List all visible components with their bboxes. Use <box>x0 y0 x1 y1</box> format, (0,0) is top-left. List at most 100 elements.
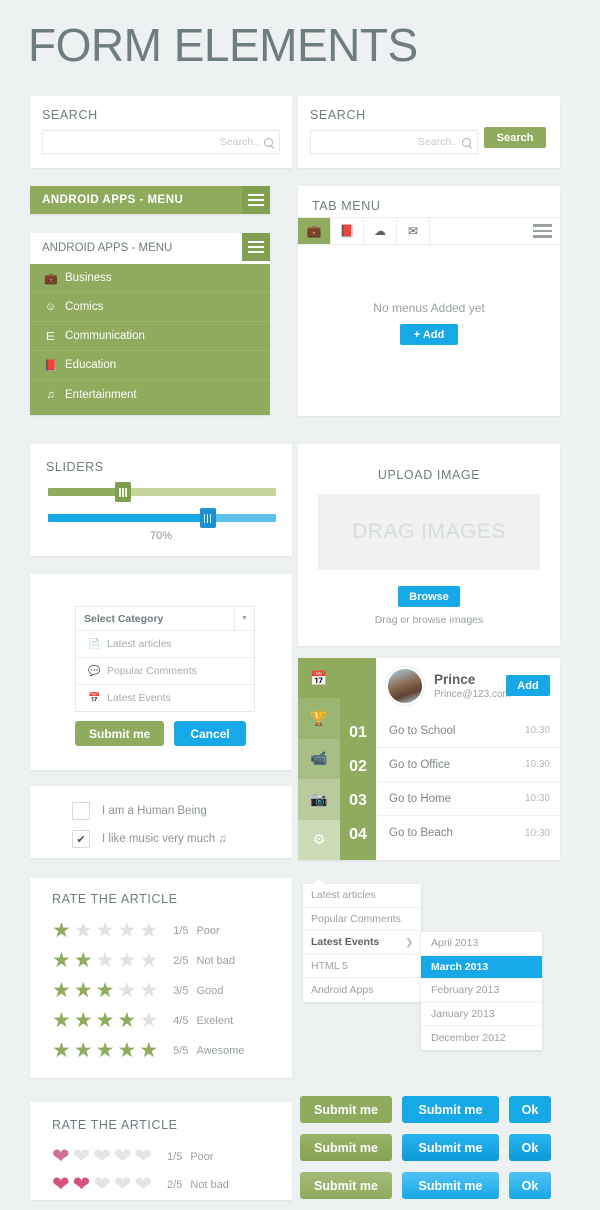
select-option-latest-articles[interactable]: 📄 Latest articles <box>76 630 254 657</box>
rating-row[interactable]: ★ ★ ★ ★ ★ 2/5 Not bad <box>52 950 235 971</box>
ok-button[interactable]: Ok <box>509 1134 551 1161</box>
gear-icon[interactable]: ⚙ <box>298 819 340 860</box>
tab-book[interactable]: 📕 <box>331 218 364 244</box>
star-icon[interactable]: ★ <box>52 1040 71 1061</box>
star-icon[interactable]: ★ <box>96 980 115 1001</box>
heart-icon[interactable]: ❤ <box>93 1174 111 1195</box>
slider-blue-handle[interactable] <box>199 508 216 528</box>
submit-button[interactable]: Submit me <box>300 1096 392 1123</box>
heart-icon[interactable]: ❤ <box>134 1146 152 1167</box>
cascade-item-latest-events[interactable]: Latest Events ❯ <box>303 931 421 955</box>
star-icon[interactable]: ★ <box>117 920 136 941</box>
ok-button[interactable]: Ok <box>509 1096 551 1123</box>
calendar-icon[interactable]: 📅 <box>298 658 340 699</box>
star-icon[interactable]: ★ <box>96 920 115 941</box>
heart-icon[interactable]: ❤ <box>134 1174 152 1195</box>
browse-button[interactable]: Browse <box>398 586 460 607</box>
star-icon[interactable]: ★ <box>74 950 93 971</box>
dropzone[interactable]: DRAG IMAGES <box>318 494 540 570</box>
menu-item-entertainment[interactable]: ♫ Entertainment <box>30 380 270 409</box>
heart-icon[interactable]: ❤ <box>52 1146 70 1167</box>
add-button[interactable]: Add <box>506 675 550 696</box>
star-icon[interactable]: ★ <box>74 1010 93 1031</box>
heart-icon[interactable]: ❤ <box>73 1146 91 1167</box>
submit-button[interactable]: Submit me <box>300 1172 392 1199</box>
cascade-item-popular-comments[interactable]: Popular Comments <box>303 908 421 931</box>
cascade-item-android-apps[interactable]: Android Apps <box>303 978 421 1002</box>
star-icon[interactable]: ★ <box>117 950 136 971</box>
star-icon[interactable]: ★ <box>139 1040 158 1061</box>
submit-button[interactable]: Submit me <box>75 721 165 746</box>
submit-button[interactable]: Submit me <box>300 1134 392 1161</box>
search-input[interactable]: Search.. <box>310 130 478 154</box>
rating-row[interactable]: ❤ ❤ ❤ ❤ ❤ 2/5 Not bad <box>52 1174 229 1195</box>
submenu-item[interactable]: February 2013 <box>421 979 542 1003</box>
hamburger-icon[interactable] <box>242 233 270 261</box>
rating-row[interactable]: ❤ ❤ ❤ ❤ ❤ 1/5 Poor <box>52 1146 214 1167</box>
star-icon[interactable]: ★ <box>74 980 93 1001</box>
select-category-head[interactable]: Select Category ▼ <box>76 607 254 630</box>
heart-icon[interactable]: ❤ <box>73 1174 91 1195</box>
submit-button-blue[interactable]: Submit me <box>402 1134 499 1161</box>
cascade-item-latest-articles[interactable]: Latest articles <box>303 884 421 908</box>
submenu-item-selected[interactable]: March 2013 <box>421 955 542 979</box>
tab-briefcase[interactable]: 💼 <box>298 218 331 244</box>
rating-row[interactable]: ★ ★ ★ ★ ★ 3/5 Good <box>52 980 223 1001</box>
select-option-popular-comments[interactable]: 💬 Popular Comments <box>76 657 254 684</box>
tab-envelope[interactable]: ✉ <box>397 218 430 244</box>
camera-icon[interactable]: 📷 <box>298 779 340 820</box>
hamburger-icon[interactable] <box>242 186 270 214</box>
slider-green[interactable] <box>48 482 276 502</box>
menu-item-education[interactable]: 📕 Education <box>30 351 270 380</box>
star-icon[interactable]: ★ <box>74 1040 93 1061</box>
add-button[interactable]: + Add <box>400 324 458 345</box>
search-input[interactable]: Search.. <box>42 130 280 154</box>
cancel-button[interactable]: Cancel <box>174 721 246 746</box>
todo-row[interactable]: Go to School 10:30 <box>376 714 560 748</box>
menu-item-business[interactable]: 💼 Business <box>30 264 270 293</box>
checkbox-unchecked[interactable] <box>72 802 90 820</box>
star-icon[interactable]: ★ <box>117 1040 136 1061</box>
todo-row[interactable]: Go to Office 10:30 <box>376 748 560 782</box>
rating-row[interactable]: ★ ★ ★ ★ ★ 1/5 Poor <box>52 920 220 941</box>
todo-row[interactable]: Go to Beach 10:30 <box>376 816 560 850</box>
trophy-icon[interactable]: 🏆 <box>298 698 340 739</box>
star-icon[interactable]: ★ <box>96 1040 115 1061</box>
star-icon[interactable]: ★ <box>96 950 115 971</box>
star-icon[interactable]: ★ <box>74 920 93 941</box>
search-button[interactable]: Search <box>484 127 546 148</box>
star-icon[interactable]: ★ <box>139 950 158 971</box>
heart-icon[interactable]: ❤ <box>114 1174 132 1195</box>
star-icon[interactable]: ★ <box>139 1010 158 1031</box>
star-icon[interactable]: ★ <box>139 920 158 941</box>
cascade-item-html5[interactable]: HTML 5 <box>303 955 421 978</box>
star-icon[interactable]: ★ <box>52 980 71 1001</box>
video-camera-icon[interactable]: 📹 <box>298 738 340 780</box>
submit-button-blue[interactable]: Submit me <box>402 1172 499 1199</box>
star-icon[interactable]: ★ <box>96 1010 115 1031</box>
submenu-item[interactable]: January 2013 <box>421 1003 542 1026</box>
rating-row[interactable]: ★ ★ ★ ★ ★ 5/5 Awesome <box>52 1040 245 1061</box>
hamburger-icon[interactable] <box>524 218 560 244</box>
heart-icon[interactable]: ❤ <box>114 1146 132 1167</box>
star-icon[interactable]: ★ <box>52 920 71 941</box>
menu-item-communication[interactable]: ⋿ Communication <box>30 322 270 351</box>
heart-icon[interactable]: ❤ <box>93 1146 111 1167</box>
todo-row[interactable]: Go to Home 10:30 <box>376 782 560 816</box>
star-icon[interactable]: ★ <box>139 980 158 1001</box>
submit-button-blue[interactable]: Submit me <box>402 1096 499 1123</box>
chevron-down-icon[interactable]: ▼ <box>234 607 254 630</box>
star-icon[interactable]: ★ <box>52 950 71 971</box>
submenu-item[interactable]: April 2013 <box>421 932 542 956</box>
heart-icon[interactable]: ❤ <box>52 1174 70 1195</box>
select-option-latest-events[interactable]: 📅 Latest Events <box>76 684 254 711</box>
select-category-dropdown[interactable]: Select Category ▼ 📄 Latest articles 💬 Po… <box>75 606 255 712</box>
tab-cloud-upload[interactable]: ☁ <box>364 218 397 244</box>
rating-row[interactable]: ★ ★ ★ ★ ★ 4/5 Exelent <box>52 1010 233 1031</box>
slider-blue[interactable] <box>48 508 276 528</box>
star-icon[interactable]: ★ <box>117 980 136 1001</box>
menu-item-comics[interactable]: ☺ Comics <box>30 293 270 322</box>
slider-green-handle[interactable] <box>115 482 132 502</box>
submenu-item[interactable]: December 2012 <box>421 1026 542 1050</box>
checkbox-checked[interactable]: ✔ <box>72 830 90 848</box>
